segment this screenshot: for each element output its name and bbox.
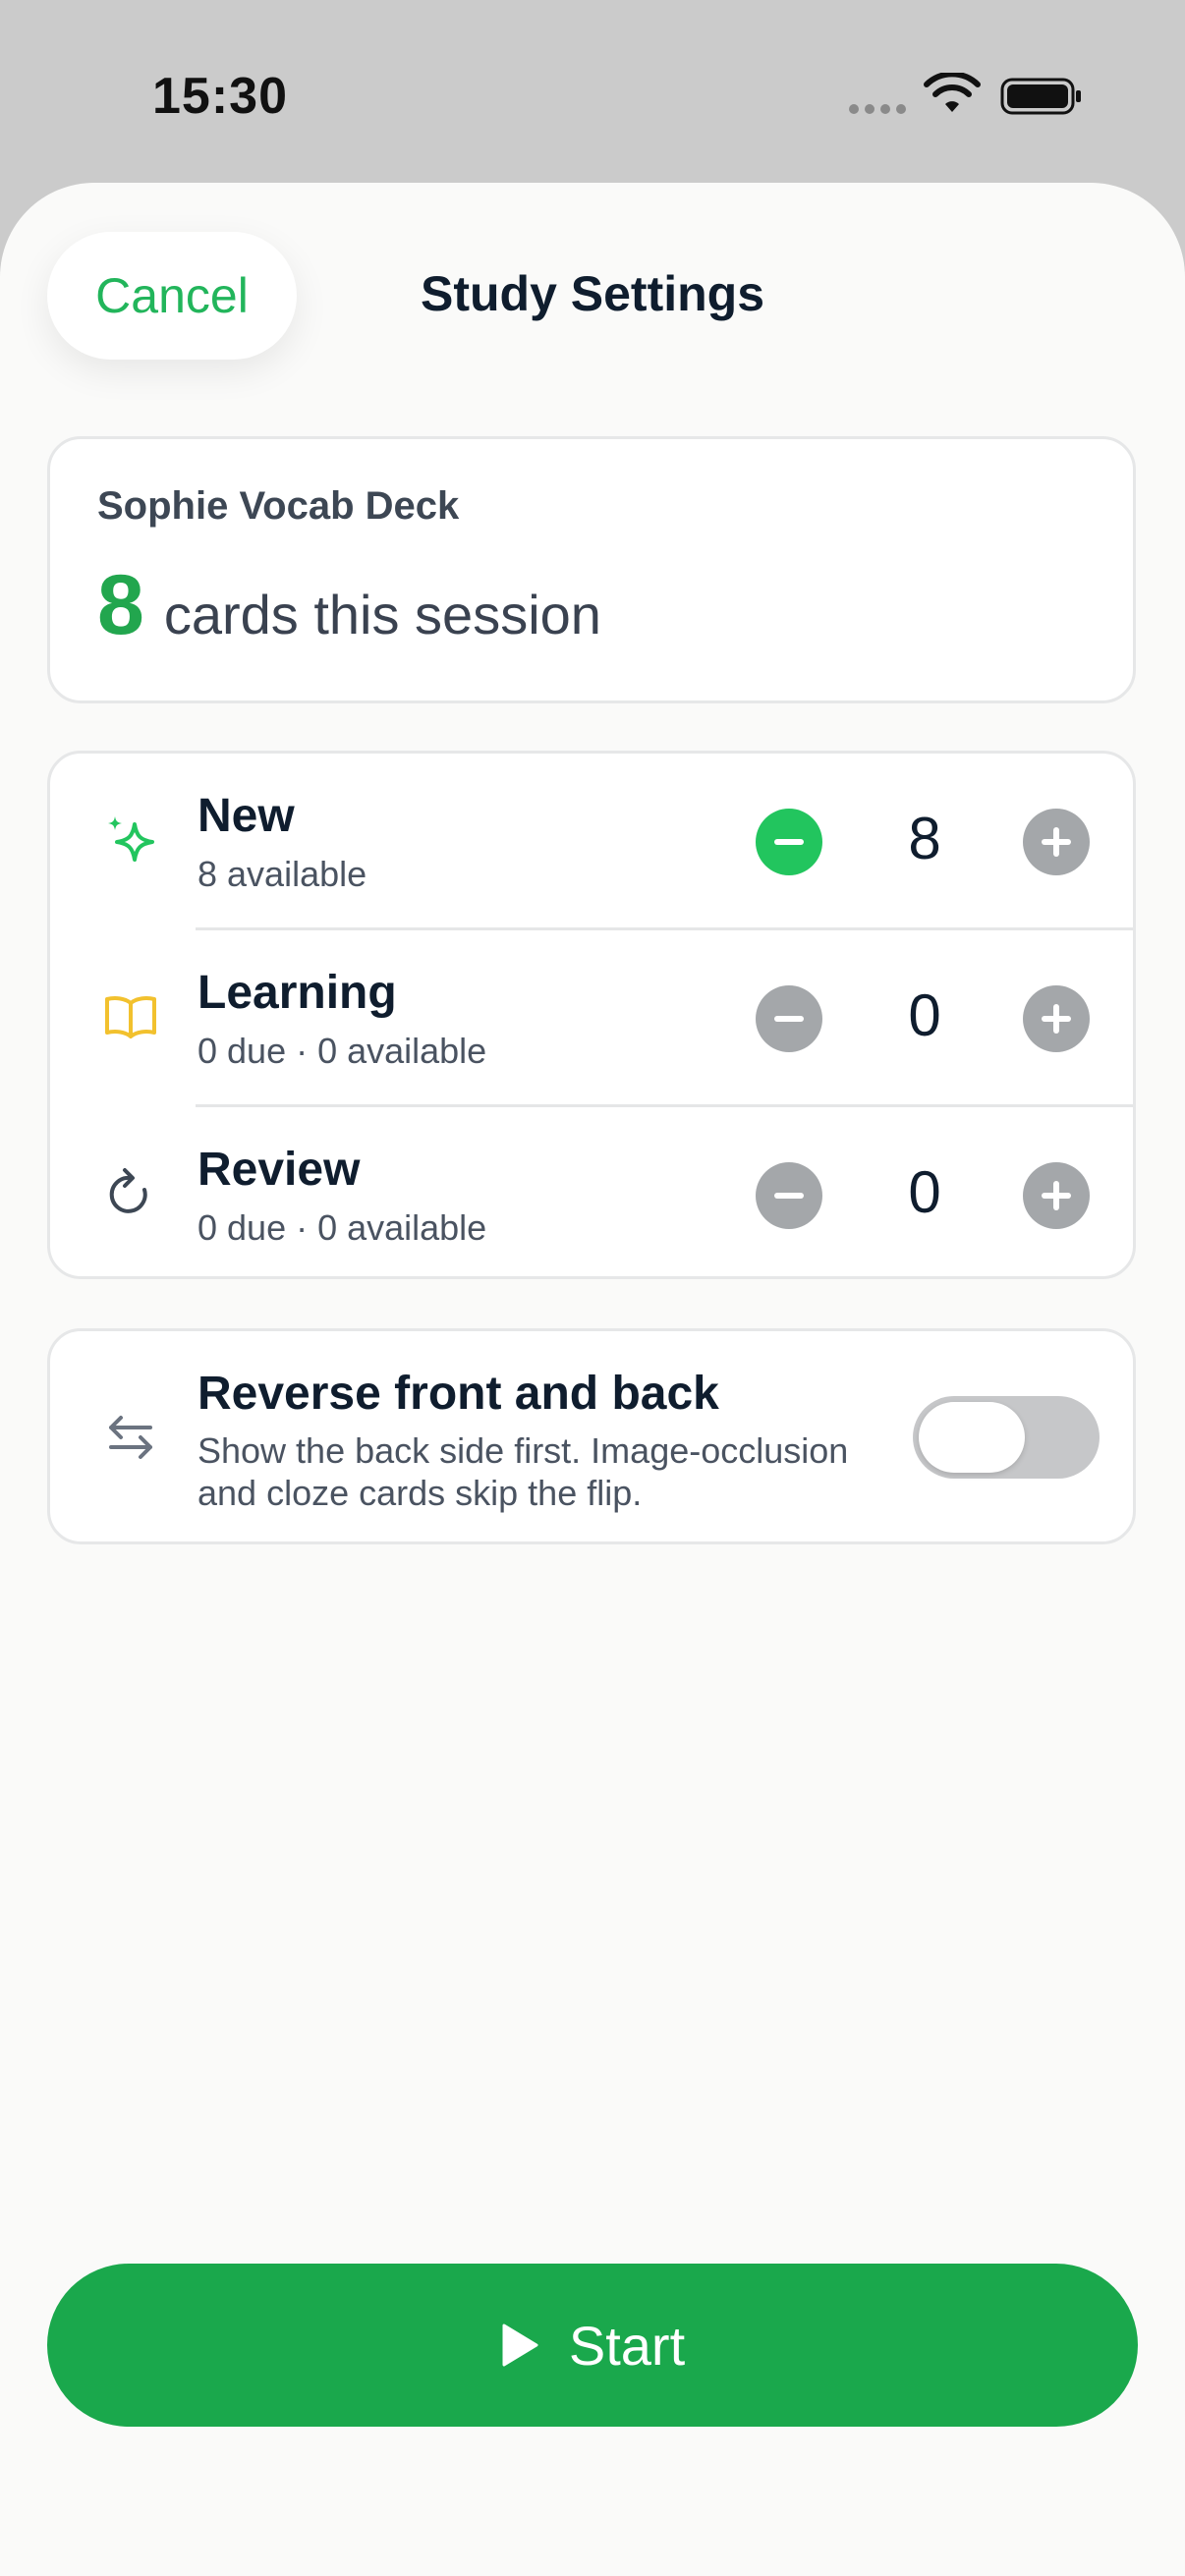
session-card-count: 8 <box>97 558 144 652</box>
count-row-title: Review <box>198 1144 361 1196</box>
sparkles-icon <box>108 816 154 862</box>
start-label: Start <box>568 2314 686 2377</box>
study-settings-sheet: Cancel Study Settings Sophie Vocab Deck … <box>0 183 1185 2576</box>
count-row-learning: Learning 0 due · 0 available 0 <box>50 930 1133 1107</box>
new-count-value: 8 <box>908 806 941 871</box>
battery-icon <box>1000 78 1081 115</box>
learning-count-value: 0 <box>908 982 941 1048</box>
session-summary-card: Sophie Vocab Deck 8 cards this session <box>47 436 1136 703</box>
learning-increment-button[interactable] <box>1023 985 1090 1052</box>
status-bar: 15:30 <box>0 0 1185 183</box>
learning-decrement-button[interactable] <box>756 985 822 1052</box>
session-count-label: cards this session <box>163 584 601 645</box>
book-icon <box>105 996 156 1038</box>
count-row-subtitle: 0 due · 0 available <box>198 1031 487 1071</box>
count-row-review: Review 0 due · 0 available 0 <box>50 1107 1133 1284</box>
new-increment-button[interactable] <box>1023 809 1090 875</box>
page-title: Study Settings <box>420 266 765 321</box>
new-decrement-button[interactable] <box>756 809 822 875</box>
play-icon <box>502 2324 538 2367</box>
reverse-description: Show the back side first. Image-occlusio… <box>198 1430 849 1513</box>
reverse-toggle[interactable] <box>913 1396 1100 1479</box>
count-row-subtitle: 0 due · 0 available <box>198 1207 487 1248</box>
refresh-icon <box>109 1168 147 1213</box>
toggle-knob <box>919 1402 1025 1473</box>
count-row-title: New <box>198 790 295 842</box>
reverse-title: Reverse front and back <box>198 1368 719 1420</box>
count-row-title: Learning <box>198 967 397 1019</box>
wifi-icon <box>924 73 981 112</box>
signal-dots-icon <box>849 104 906 114</box>
deck-name: Sophie Vocab Deck <box>97 484 460 528</box>
card-counts-card: New 8 available 8 Learning 0 due · 0 ava… <box>47 751 1136 1279</box>
review-decrement-button[interactable] <box>756 1162 822 1229</box>
review-count-value: 0 <box>908 1159 941 1225</box>
status-time: 15:30 <box>152 68 288 125</box>
swap-arrows-icon <box>109 1416 152 1459</box>
start-button[interactable]: Start <box>47 2264 1138 2427</box>
count-row-subtitle: 8 available <box>198 854 367 894</box>
review-increment-button[interactable] <box>1023 1162 1090 1229</box>
reverse-setting-card: Reverse front and back Show the back sid… <box>47 1328 1136 1544</box>
count-row-new: New 8 available 8 <box>50 754 1133 930</box>
session-count-line: 8 cards this session <box>97 557 601 654</box>
